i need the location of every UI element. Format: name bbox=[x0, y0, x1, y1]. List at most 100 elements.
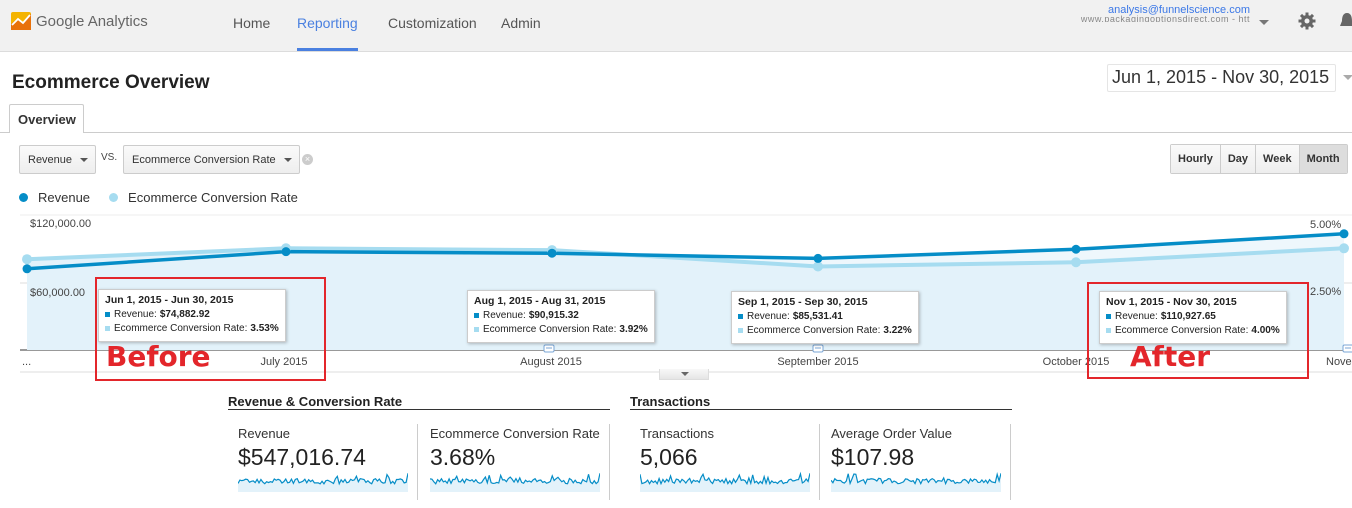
tab-overview[interactable]: Overview bbox=[9, 104, 84, 133]
annotation-marker-icon bbox=[543, 344, 555, 353]
conversion-rate-point bbox=[22, 254, 32, 265]
tooltip-label: Revenue: bbox=[747, 311, 790, 322]
chevron-down-icon bbox=[80, 158, 88, 162]
analytics-logo-icon bbox=[11, 12, 31, 30]
app-name: Google Analytics bbox=[36, 12, 148, 30]
week-button[interactable]: Week bbox=[1256, 145, 1300, 173]
tooltip-label: Revenue: bbox=[483, 310, 526, 321]
legend-item-revenue[interactable]: Revenue bbox=[19, 190, 90, 205]
y-left-tick-label: $120,000.00 bbox=[30, 218, 91, 230]
date-range-picker[interactable]: Jun 1, 2015 - Nov 30, 2015 bbox=[1107, 64, 1337, 92]
metric-transactions[interactable]: Transactions 5,066 bbox=[630, 424, 820, 500]
legend-item-conversion-rate[interactable]: Ecommerce Conversion Rate bbox=[109, 190, 298, 205]
metric2-select[interactable]: Ecommerce Conversion Rate bbox=[123, 145, 300, 174]
month-button[interactable]: Month bbox=[1299, 145, 1347, 173]
vs-label: VS. bbox=[101, 152, 118, 163]
clear-comparison-icon[interactable]: × bbox=[302, 154, 313, 165]
tooltip-title: Aug 1, 2015 - Aug 31, 2015 bbox=[474, 295, 606, 307]
nav-reporting[interactable]: Reporting bbox=[297, 15, 358, 31]
sparkline-area bbox=[430, 473, 600, 492]
metric1-select[interactable]: Revenue bbox=[19, 145, 96, 174]
sparkline bbox=[831, 472, 1001, 492]
metric-label: Ecommerce Conversion Rate bbox=[430, 426, 600, 441]
tooltip-rate: 3.22% bbox=[883, 325, 912, 336]
y-right-tick-label: 5.00% bbox=[1310, 219, 1341, 231]
metric-label: Average Order Value bbox=[831, 426, 952, 441]
annotation-marker-icon bbox=[1342, 344, 1352, 353]
chevron-down-icon[interactable] bbox=[1259, 20, 1269, 25]
metric-label: Revenue bbox=[238, 426, 291, 441]
chevron-down-icon bbox=[284, 158, 292, 162]
series-swatch-icon bbox=[738, 314, 743, 319]
account-property: www.packagingoptionsdirect.com - htt bbox=[1080, 14, 1250, 22]
sparkline-line bbox=[238, 473, 408, 486]
metric1-value: Revenue bbox=[28, 154, 73, 166]
metric-average-order-value[interactable]: Average Order Value $107.98 bbox=[821, 424, 1011, 500]
sparkline bbox=[430, 473, 600, 492]
metric-value: $547,016.74 bbox=[238, 444, 366, 470]
chart-legend: Revenue Ecommerce Conversion Rate bbox=[19, 190, 317, 205]
nav-customization[interactable]: Customization bbox=[388, 15, 477, 31]
tooltip-label: Ecommerce Conversion Rate: bbox=[747, 325, 881, 336]
annotation-marker-icon bbox=[812, 344, 824, 353]
after-label: After bbox=[1130, 340, 1211, 373]
hourly-button[interactable]: Hourly bbox=[1171, 145, 1221, 173]
metric2-value: Ecommerce Conversion Rate bbox=[132, 154, 276, 166]
section-divider bbox=[630, 409, 1012, 410]
top-bar: Google Analytics Home Reporting Customiz… bbox=[0, 0, 1352, 52]
section-divider bbox=[228, 409, 610, 410]
chart-tooltip-aug: Aug 1, 2015 - Aug 31, 2015 Revenue: $90,9… bbox=[467, 290, 655, 343]
before-label: Before bbox=[106, 340, 211, 373]
metric-value: 3.68% bbox=[430, 444, 496, 470]
chevron-down-icon bbox=[681, 372, 689, 376]
tooltip-rate: 3.92% bbox=[619, 324, 648, 335]
x-tick-label: August 2015 bbox=[520, 356, 582, 368]
metric-value: $107.98 bbox=[831, 444, 915, 470]
series-swatch-icon bbox=[474, 313, 479, 318]
metric-label: Transactions bbox=[640, 426, 714, 441]
conversion-rate-point bbox=[1071, 257, 1081, 268]
legend-label: Ecommerce Conversion Rate bbox=[128, 190, 298, 205]
y-left-tick-label: $60,000.00 bbox=[30, 287, 85, 299]
revenue-point bbox=[281, 247, 291, 257]
bell-icon[interactable] bbox=[1340, 11, 1352, 31]
sparkline bbox=[238, 473, 408, 492]
sparkline bbox=[640, 471, 810, 492]
revenue-point bbox=[1071, 244, 1081, 254]
tooltip-title: Sep 1, 2015 - Sep 30, 2015 bbox=[738, 296, 868, 308]
page-title: Ecommerce Overview bbox=[12, 72, 210, 93]
metric-revenue[interactable]: Revenue $547,016.74 bbox=[228, 424, 418, 500]
y-right-tick-label: 2.50% bbox=[1310, 286, 1341, 298]
legend-dot-icon bbox=[19, 193, 28, 202]
tooltip-revenue: $85,531.41 bbox=[792, 311, 843, 322]
x-tick-label: Nove bbox=[1326, 356, 1352, 368]
nav-home[interactable]: Home bbox=[233, 15, 270, 31]
app-logo[interactable]: Google Analytics bbox=[11, 12, 148, 30]
tooltip-label: Ecommerce Conversion Rate: bbox=[483, 324, 617, 335]
day-button[interactable]: Day bbox=[1220, 145, 1257, 173]
x-tick-label: September 2015 bbox=[777, 356, 858, 368]
nav-admin[interactable]: Admin bbox=[501, 15, 541, 31]
series-swatch-icon bbox=[738, 328, 743, 333]
tooltip-revenue: $90,915.32 bbox=[528, 310, 579, 321]
metric-conversion-rate[interactable]: Ecommerce Conversion Rate 3.68% bbox=[420, 424, 610, 500]
expand-chart-button[interactable] bbox=[659, 369, 709, 380]
gear-icon[interactable] bbox=[1297, 11, 1317, 31]
chevron-down-icon[interactable] bbox=[1343, 75, 1352, 80]
conversion-rate-point bbox=[1339, 243, 1349, 254]
x-tick-label: ... bbox=[22, 356, 31, 368]
section-title-transactions: Transactions bbox=[630, 394, 711, 409]
series-swatch-icon bbox=[474, 327, 479, 332]
conversion-rate-point bbox=[813, 261, 823, 272]
active-nav-indicator bbox=[297, 48, 358, 51]
revenue-point bbox=[813, 253, 823, 263]
legend-dot-icon bbox=[109, 193, 119, 202]
account-selector[interactable]: analysis@funnelscience.com www.packaging… bbox=[1081, 4, 1250, 22]
chart-tooltip-sep: Sep 1, 2015 - Sep 30, 2015 Revenue: $85,5… bbox=[731, 291, 919, 344]
legend-label: Revenue bbox=[38, 190, 91, 205]
section-title-revenue: Revenue & Conversion Rate bbox=[228, 394, 403, 409]
revenue-point bbox=[547, 248, 557, 258]
metric-value: 5,066 bbox=[640, 444, 698, 470]
granularity-toggle: Hourly Day Week Month bbox=[1170, 144, 1348, 174]
revenue-point bbox=[22, 264, 32, 274]
